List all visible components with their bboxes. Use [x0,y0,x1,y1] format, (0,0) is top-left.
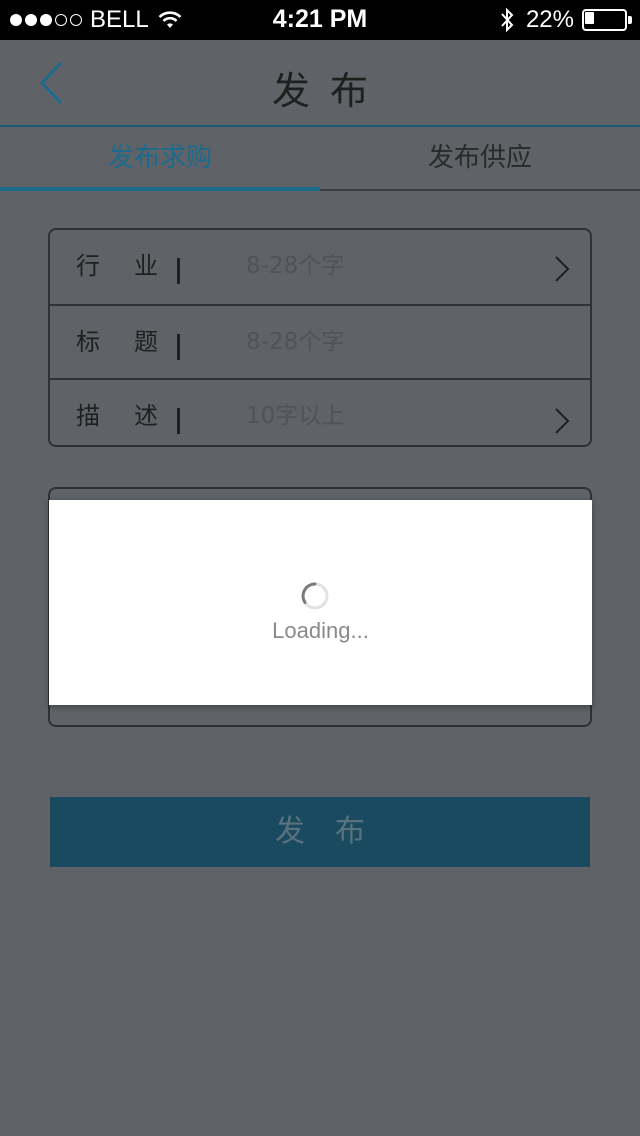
publish-button[interactable]: 发布 [50,797,590,867]
loading-text: Loading... [272,618,369,643]
tab-bar: 发布求购 发布供应 [0,127,640,191]
industry-field[interactable]: 8-28个字 [246,230,344,302]
status-bar: BELL 4:21 PM 22% [0,0,640,40]
publish-screen: BELL 4:21 PM 22% 发布 发布求购 发布供应 行 业 8-28个字… [0,0,640,1136]
row-separator [177,334,180,360]
row-separator [177,258,180,284]
industry-label: 行业 [76,252,160,280]
industry-row[interactable]: 行业 8-28个字 [50,230,590,302]
status-right: 22% [500,6,632,34]
chevron-right-icon [555,256,570,282]
page-title: 发布 [271,69,388,113]
bluetooth-icon [501,7,514,33]
tab-supply[interactable]: 发布供应 [320,127,640,191]
chevron-right-icon [555,408,570,434]
form-card: 行业 8-28个字 标题 8-28个字 描述 10字以上 [48,228,592,447]
row-separator [177,408,180,434]
battery-level [585,12,594,24]
tab-underline [320,189,640,191]
battery-percent: 22% [525,6,574,33]
description-row[interactable]: 描述 10字以上 [50,378,590,450]
title-label: 标题 [76,328,160,356]
description-field[interactable]: 10字以上 [246,380,344,452]
description-label: 描述 [76,402,160,430]
title-field[interactable]: 8-28个字 [246,306,344,378]
loading-spinner-icon [301,582,329,610]
battery-icon [582,9,632,31]
title-row[interactable]: 标题 8-28个字 [50,304,590,376]
tab-purchase-request[interactable]: 发布求购 [0,127,320,191]
loading-dialog: Loading... [49,500,592,705]
active-tab-indicator [0,187,320,191]
navigation-bar: 发布 [0,40,640,126]
